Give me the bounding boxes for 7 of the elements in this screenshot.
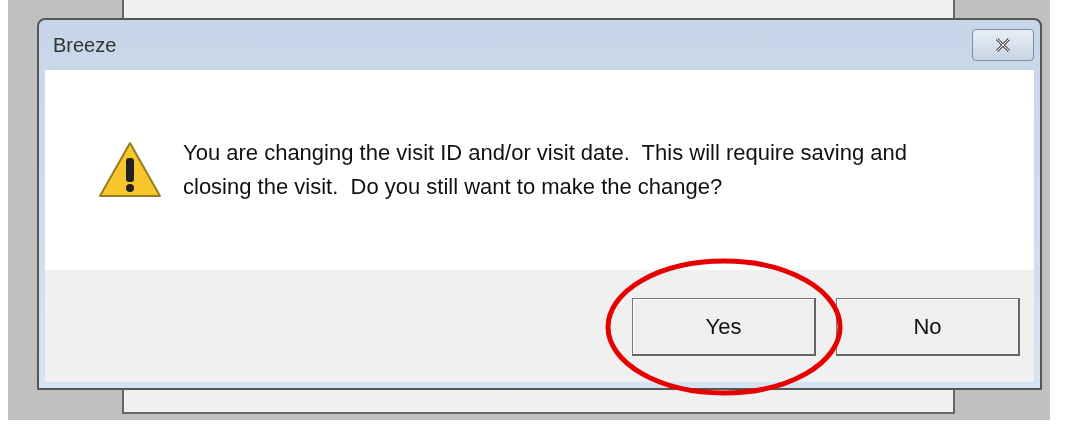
warning-icon bbox=[97, 140, 163, 200]
window-title: Breeze bbox=[52, 33, 117, 57]
dialog-button[interactable]: No bbox=[836, 298, 1020, 356]
close-icon bbox=[993, 37, 1013, 53]
close-button[interactable] bbox=[972, 29, 1034, 61]
message-text: You are changing the visit ID and/or visit date. This will require saving and closing the visit. Do you still want to make the change? bbox=[183, 139, 908, 201]
dialog-button[interactable]: Yes bbox=[632, 298, 816, 356]
